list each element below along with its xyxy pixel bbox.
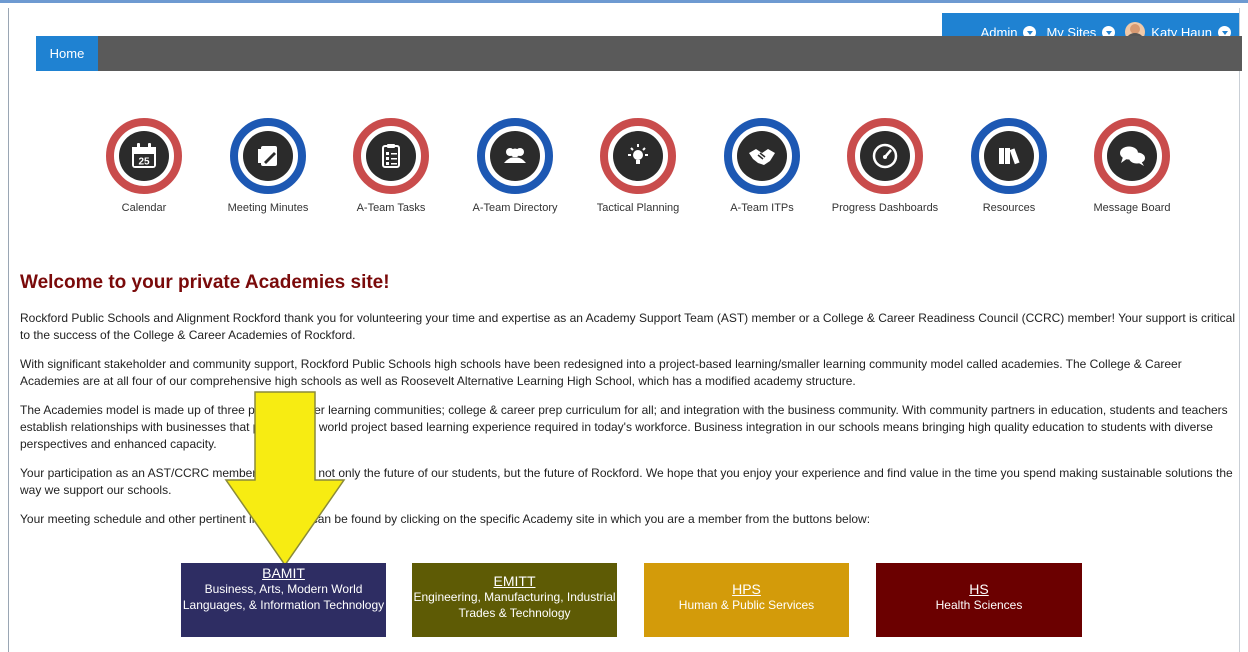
tile-calendar[interactable]: 25 Calendar: [80, 118, 208, 214]
academy-full-name: Engineering, Manufacturing, Industrial T…: [413, 590, 616, 620]
books-icon: [984, 131, 1034, 181]
tile-label: A-Team Directory: [472, 202, 558, 214]
academy-full-name: Business, Arts, Modern World Languages, …: [182, 582, 385, 612]
tile-progress-dashboards[interactable]: Progress Dashboards: [821, 118, 949, 214]
academy-button-emitt[interactable]: EMITT Engineering, Manufacturing, Indust…: [412, 563, 617, 637]
window-left-border: [8, 8, 9, 652]
tile-ring: [477, 118, 553, 194]
handshake-icon: [737, 131, 787, 181]
nav-home-tab[interactable]: Home: [36, 36, 98, 71]
academy-acronym: BAMIT: [262, 565, 305, 581]
people-icon: [490, 131, 540, 181]
tile-label: Resources: [982, 202, 1036, 214]
gauge-icon: [860, 131, 910, 181]
intro-paragraph-4: Your participation as an AST/CCRC member…: [20, 466, 1233, 497]
academy-button-bamit[interactable]: BAMIT Business, Arts, Modern World Langu…: [181, 563, 386, 637]
tile-label: Tactical Planning: [596, 202, 680, 214]
intro-paragraph-3: The Academies model is made up of three …: [20, 403, 1228, 451]
calendar-icon: 25: [119, 131, 169, 181]
academy-full-name: Human & Public Services: [678, 598, 815, 612]
tile-ring: [353, 118, 429, 194]
tile-tactical-planning[interactable]: Tactical Planning: [574, 118, 702, 214]
tile-resources[interactable]: Resources: [945, 118, 1073, 214]
academy-acronym: HPS: [732, 581, 761, 597]
tile-ring: [1094, 118, 1170, 194]
tile-ring: 25: [106, 118, 182, 194]
academy-button-hs[interactable]: HS Health Sciences: [876, 563, 1082, 637]
tile-meeting-minutes[interactable]: Meeting Minutes: [204, 118, 332, 214]
academy-button-hps[interactable]: HPS Human & Public Services: [644, 563, 849, 637]
tile-a-team-directory[interactable]: A-Team Directory: [451, 118, 579, 214]
svg-text:25: 25: [138, 157, 150, 168]
academy-acronym: EMITT: [493, 573, 536, 589]
tile-ring: [724, 118, 800, 194]
notepad-icon: [243, 131, 293, 181]
window-top-border: [0, 0, 1248, 8]
tile-label: Calendar: [121, 202, 167, 214]
tile-ring: [230, 118, 306, 194]
quick-launch-tiles: 25 Calendar Meeting Minutes A-Team Tasks…: [80, 118, 1210, 228]
lightbulb-icon: [613, 131, 663, 181]
intro-paragraph-5: Your meeting schedule and other pertinen…: [20, 512, 871, 526]
tile-ring: [971, 118, 1047, 194]
tile-label: Meeting Minutes: [227, 202, 309, 214]
tile-a-team-tasks[interactable]: A-Team Tasks: [327, 118, 455, 214]
tile-label: Message Board: [1093, 202, 1171, 214]
page-title: Welcome to your private Academies site!: [20, 272, 390, 293]
intro-paragraph-1: Rockford Public Schools and Alignment Ro…: [20, 311, 1236, 342]
chat-bubbles-icon: [1107, 131, 1157, 181]
annotation-arrow-icon: [224, 391, 346, 567]
tile-label: A-Team Tasks: [356, 202, 426, 214]
window-right-border: [1239, 8, 1240, 652]
tile-ring: [847, 118, 923, 194]
top-navigation: Home: [36, 36, 1242, 71]
academy-full-name: Health Sciences: [935, 598, 1023, 612]
tile-a-team-itps[interactable]: A-Team ITPs: [698, 118, 826, 214]
checklist-icon: [366, 131, 416, 181]
academy-acronym: HS: [969, 581, 989, 597]
tile-message-board[interactable]: Message Board: [1068, 118, 1196, 214]
tile-label: A-Team ITPs: [730, 202, 794, 214]
tile-ring: [600, 118, 676, 194]
tile-label: Progress Dashboards: [831, 202, 939, 214]
intro-paragraph-2: With significant stakeholder and communi…: [20, 357, 1182, 388]
